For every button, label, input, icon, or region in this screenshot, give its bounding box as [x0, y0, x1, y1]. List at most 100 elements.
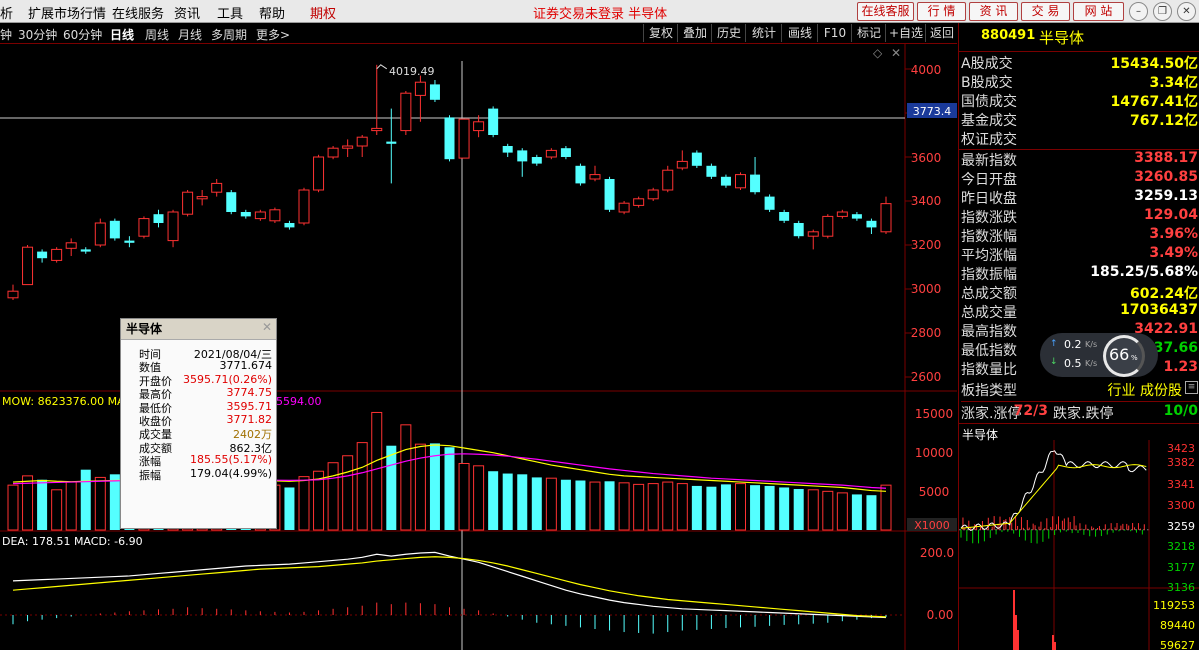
tooltip-value: 3771.674 [219, 359, 273, 373]
candle-up [458, 118, 470, 159]
mini-axis-tick: 3218 [1167, 540, 1195, 553]
menu-item-tools[interactable]: 工具 [217, 3, 243, 22]
candle-up [735, 174, 746, 189]
menu-item-help[interactable]: 帮助 [259, 3, 285, 22]
volume-bar-up [65, 481, 77, 531]
candle-down [706, 165, 717, 177]
candle-down [851, 214, 862, 219]
period-60min[interactable]: 60分钟 [63, 26, 102, 43]
period-monthly[interactable]: 月线 [178, 26, 202, 43]
download-speed: 0.5 [1064, 357, 1082, 370]
tooltip-row: 时间 2021/08/04/三 [121, 346, 276, 361]
volume-bar-up [647, 483, 659, 531]
intraday-mini-chart[interactable]: 34233382 3341 3300 3259 3218 3177 3136 119253 89… [959, 440, 1199, 650]
close-icon[interactable]: ✕ [1177, 2, 1196, 21]
candle-up [313, 156, 325, 191]
network-speed-widget[interactable]: ↑ 0.2 K/s ↓ 0.5 K/s 66 % [1040, 333, 1158, 377]
period-minute[interactable]: 钟 [0, 26, 12, 43]
menu-item-online-service[interactable]: 在线服务 [112, 3, 164, 22]
candle-down [604, 179, 615, 210]
candle-up [182, 191, 194, 215]
stat-label: 指数振幅 [961, 267, 1017, 283]
candle-up [269, 209, 281, 222]
tool-statistics[interactable]: 统计 [745, 24, 782, 42]
stat-value: 17036437 [1120, 302, 1198, 318]
tool-history[interactable]: 历史 [711, 24, 746, 42]
tool-draw-line[interactable]: 画线 [781, 24, 818, 42]
period-daily[interactable]: 日线 [110, 26, 134, 43]
candle-up [51, 248, 63, 261]
candle-down [444, 117, 455, 160]
tool-overlay[interactable]: 叠加 [677, 24, 712, 42]
volume-bar-up [807, 489, 819, 531]
candle-up [342, 145, 354, 149]
mini-axis-tick: 3136 [1167, 581, 1195, 594]
period-30min[interactable]: 30分钟 [18, 26, 57, 43]
candle-up [94, 222, 106, 246]
download-arrow-icon: ↓ [1050, 357, 1058, 367]
close-panel-icon[interactable]: ✕ [891, 46, 901, 60]
cpu-gauge: 66 % [1103, 335, 1145, 377]
candle-up [196, 196, 208, 200]
candle-up [211, 182, 223, 193]
login-status: 证券交易未登录 半导体 [533, 7, 668, 22]
volume-bar-down [502, 473, 513, 530]
tool-f10[interactable]: F10 [817, 24, 852, 42]
menu-item-news[interactable]: 资讯 [174, 3, 200, 22]
volume-bar-down [37, 479, 48, 530]
volume-bar-down [80, 469, 91, 530]
index-code: 880491 [981, 28, 1036, 43]
stat-row: 今日开盘 3260.85 [961, 169, 1198, 188]
minimize-icon[interactable]: – [1129, 2, 1148, 21]
online-support-button[interactable]: 在线客服 [857, 2, 914, 21]
news-button[interactable]: 资 讯 [969, 2, 1018, 21]
stat-row: 指数振幅 185.25/5.68% [961, 264, 1198, 283]
volume-bar-up [676, 483, 688, 531]
volume-bar-down [560, 479, 571, 530]
volume-bar-down [720, 484, 731, 530]
tool-mark[interactable]: 标记 [851, 24, 886, 42]
tooltip-value: 3595.71(0.26%) [182, 372, 272, 386]
restore-icon[interactable]: ❐ [1153, 2, 1172, 21]
grid-menu-icon[interactable]: ≡ [1185, 381, 1198, 394]
candle-up [822, 215, 834, 237]
high-marker-arrow [376, 64, 388, 70]
candle-up [167, 211, 179, 242]
menu-item-options[interactable]: 期权 [310, 3, 336, 22]
tool-back[interactable]: 返回 [925, 24, 958, 42]
stat-label: 昨日收盘 [961, 191, 1017, 207]
menu-item-analysis[interactable]: 析 [0, 3, 13, 22]
tooltip-row: 成交额 862.3亿 [121, 440, 276, 455]
settings-diamond-icon[interactable]: ◇ [873, 46, 883, 60]
tool-restore-rights[interactable]: 复权 [643, 24, 678, 42]
menu-bar: 析 扩展市场行情 在线服务 资讯 工具 帮助 期权 证券交易未登录 半导体 在线… [0, 0, 1199, 23]
tooltip-row: 成交量 2402万 [121, 426, 276, 441]
quotes-button[interactable]: 行 情 [917, 2, 966, 21]
volume-bar-down [386, 445, 397, 530]
stat-label: 指数涨跌 [961, 210, 1017, 226]
stat-value: 602.24亿 [1129, 286, 1198, 302]
tooltip-row: 开盘价 3595.71(0.26%) [121, 372, 276, 388]
period-weekly[interactable]: 周线 [145, 26, 169, 43]
tooltip-row: 振幅 179.04(4.99%) [121, 466, 276, 482]
volume-bar-down [517, 474, 528, 530]
menu-item-extended-market[interactable]: 扩展市场行情 [28, 3, 106, 22]
tool-add-watchlist[interactable]: +自选 [885, 24, 926, 42]
trade-button[interactable]: 交 易 [1021, 2, 1070, 21]
website-button[interactable]: 网 站 [1073, 2, 1124, 21]
high-marker: 4019.49 [389, 65, 435, 78]
period-multi[interactable]: 多周期 [211, 26, 247, 43]
tooltip-row: 数值 3771.674 [121, 359, 276, 374]
stat-label: 最高指数 [961, 324, 1017, 340]
volume-bar-up [545, 477, 557, 531]
tooltip-value: 179.04(4.99%) [189, 466, 272, 480]
period-more[interactable]: 更多> [256, 26, 290, 43]
volume-bar-up [22, 475, 34, 531]
stat-row: 指数涨跌 129.04 [961, 207, 1198, 226]
candle-up [414, 81, 426, 96]
candle-down [575, 165, 586, 184]
axis-tick: 4000 [911, 63, 942, 77]
volume-bar-down [764, 485, 775, 530]
candle-down [866, 220, 877, 228]
tooltip-close-icon[interactable]: ✕ [262, 320, 272, 334]
